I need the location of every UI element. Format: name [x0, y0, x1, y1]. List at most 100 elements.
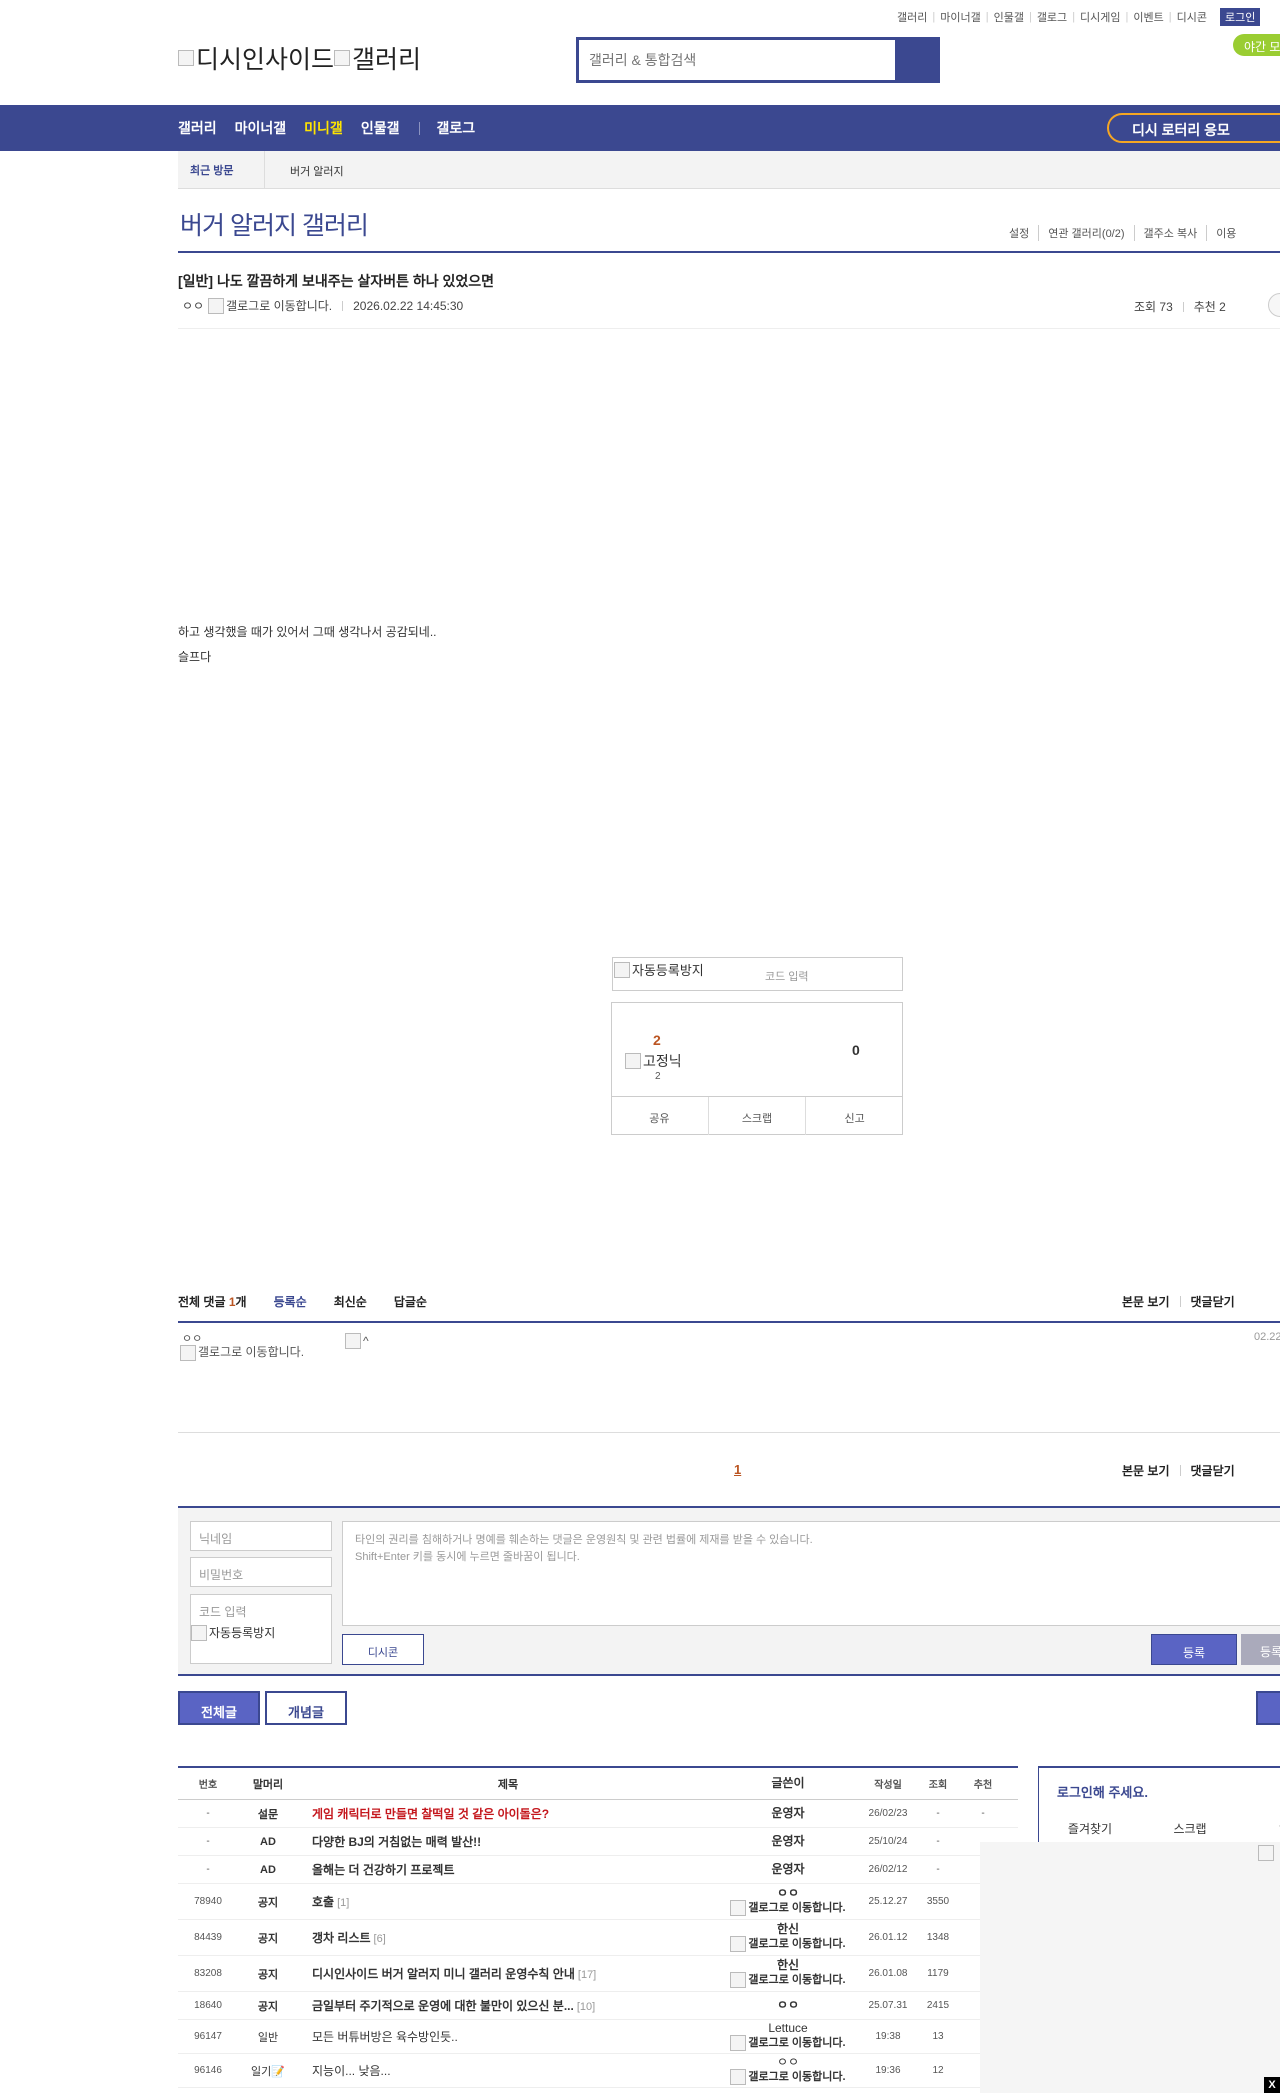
row-writer-name[interactable]: 한신 — [718, 1959, 858, 1972]
top-link-gallery[interactable]: 갤러리 — [892, 9, 932, 25]
row-title[interactable]: 디시인사이드 버거 알러지 미니 갤러리 운영수칙 안내 [17] — [298, 1965, 718, 1982]
tab-favorites[interactable]: 즐겨찾기 — [1040, 1820, 1140, 1837]
row-writer[interactable]: 운영자 — [718, 1807, 858, 1820]
row-writer-name[interactable]: 한신 — [718, 1923, 858, 1936]
gallery-title[interactable]: 버거 알러지 갤러리 — [180, 206, 369, 242]
tab-concept-posts[interactable]: 개념글 — [265, 1691, 347, 1725]
row-writer-name[interactable]: ㅇㅇ — [718, 1999, 858, 2012]
row-comment-count[interactable]: [10] — [577, 2001, 595, 2013]
row-title-text[interactable]: 갱차 리스트 — [312, 1931, 371, 1945]
tab-all-posts[interactable]: 전체글 — [178, 1691, 260, 1725]
row-comment-count[interactable]: [1] — [337, 1897, 349, 1909]
report-button[interactable]: 신고 — [805, 1097, 903, 1135]
post-list-row[interactable]: - AD 올해는 더 건강하기 프로젝트 운영자 26/02/12 - — [178, 1856, 1018, 1884]
submit-reco-button[interactable]: 등록 — [1241, 1634, 1280, 1665]
sort-registered[interactable]: 등록순 — [274, 1293, 307, 1310]
sort-replies[interactable]: 답글순 — [394, 1293, 427, 1310]
gallery-menu-related[interactable]: 연관 갤러리(0/2) — [1038, 225, 1133, 241]
row-title-text[interactable]: 호출 — [312, 1895, 334, 1909]
row-writer-name[interactable]: Lettuce — [718, 2022, 858, 2035]
post-list-row[interactable]: 83208 공지 디시인사이드 버거 알러지 미니 갤러리 운영수칙 안내 [17] 한… — [178, 1956, 1018, 1992]
recent-visit-item[interactable]: 버거 알러지 — [290, 163, 344, 179]
nav-item-person[interactable]: 인물갤 — [361, 118, 400, 138]
nav-item-mini[interactable]: 미니갤 — [304, 118, 343, 138]
row-title[interactable]: 금일부터 주기적으로 운영에 대한 불만이 있으신 분... [10] — [298, 1997, 718, 2014]
row-title-text[interactable]: 금일부터 주기적으로 운영에 대한 불만이 있으신 분... — [312, 1999, 574, 2013]
row-writer-name[interactable]: ㅇㅇ — [718, 2056, 858, 2069]
row-writer-galog[interactable]: 갤로그로 이동합니다. — [718, 1900, 858, 1916]
tab-notifications[interactable]: 알림 — [1240, 1820, 1280, 1837]
row-writer-galog[interactable]: 갤로그로 이동합니다. — [718, 1936, 858, 1952]
row-title-text[interactable]: 지능이... 낮음... — [312, 2064, 391, 2078]
search-input[interactable] — [579, 40, 895, 80]
post-list-row[interactable]: 96146 일기📝 지능이... 낮음... ㅇㅇ 갤로그로 이동합니다. 19:36 12 — [178, 2054, 1018, 2088]
post-list-row[interactable]: 78940 공지 호출 [1] ㅇㅇ 갤로그로 이동합니다. 25.12.27 3550 — [178, 1884, 1018, 1920]
row-title[interactable]: 갱차 리스트 [6] — [298, 1929, 718, 1946]
share-button[interactable]: 공유 — [611, 1097, 708, 1135]
top-link-game[interactable]: 디시게임 — [1075, 9, 1125, 25]
login-button[interactable]: 로그인 — [1220, 8, 1261, 26]
row-writer[interactable]: 운영자 — [718, 1863, 858, 1876]
nav-item-gallery[interactable]: 갤러리 — [178, 118, 217, 138]
row-writer-name[interactable]: 운영자 — [718, 1863, 858, 1876]
scrap-button[interactable]: 스크랩 — [707, 1097, 806, 1135]
login-prompt[interactable]: 로그인해 주세요. — [1057, 1782, 1148, 1801]
row-writer-galog[interactable]: 갤로그로 이동합니다. — [718, 1972, 858, 1988]
row-comment-count[interactable]: [17] — [578, 1969, 596, 1981]
top-link-dccon[interactable]: 디시콘 — [1172, 9, 1212, 25]
row-writer-galog[interactable]: 갤로그로 이동합니다. — [718, 2069, 858, 2085]
post-list-row[interactable]: - 설문 게임 캐릭터로 만들면 찰떡일 것 같은 아이돌은? 운영자 26/02/23… — [178, 1800, 1018, 1828]
submit-button[interactable]: 등록 — [1151, 1634, 1237, 1665]
comment-galog[interactable]: 갤로그로 이동합니다. — [180, 1345, 310, 1361]
row-writer[interactable]: ㅇㅇ — [718, 1999, 858, 2012]
galog-icon[interactable] — [208, 297, 225, 314]
comment-textarea[interactable]: 타인의 권리를 침해하거나 명예를 훼손하는 댓글은 운영원칙 및 관련 법률에… — [342, 1521, 1280, 1626]
close-comments-button[interactable]: 댓글닫기 — [1191, 1293, 1235, 1310]
row-writer[interactable]: 운영자 — [718, 1835, 858, 1848]
row-writer[interactable]: 한신 갤로그로 이동합니다. — [718, 1959, 858, 1988]
row-title[interactable]: 호출 [1] — [298, 1893, 718, 1910]
row-title[interactable]: 다양한 BJ의 거침없는 매력 발산!! — [298, 1833, 718, 1850]
lottery-button[interactable]: 디시 로터리 응모 — [1107, 113, 1280, 143]
captcha-code-input[interactable]: 코드 입력 — [765, 968, 809, 984]
top-link-event[interactable]: 이벤트 — [1128, 9, 1168, 25]
post-galog-alt[interactable]: 갤로그로 이동합니다. — [226, 297, 332, 314]
row-writer-name[interactable]: 운영자 — [718, 1807, 858, 1820]
row-title[interactable]: 지능이... 낮음... — [298, 2062, 718, 2079]
night-mode-toggle[interactable]: 야간 모 — [1233, 34, 1280, 56]
dccon-button[interactable]: 디시콘 — [342, 1634, 424, 1665]
row-writer-galog[interactable]: 갤로그로 이동합니다. — [718, 2035, 858, 2051]
view-body-button[interactable]: 본문 보기 — [1122, 1293, 1170, 1310]
gallery-menu-settings[interactable]: 설정 — [1000, 225, 1038, 241]
fixed-nick-recommend-button[interactable]: 고정닉 — [625, 1051, 682, 1071]
row-comment-count[interactable]: [6] — [374, 1933, 386, 1945]
nav-item-galog[interactable]: 갤로그 — [436, 118, 475, 138]
tab-scrap[interactable]: 스크랩 — [1140, 1820, 1240, 1837]
top-link-galog[interactable]: 갤로그 — [1032, 9, 1072, 25]
close-comments-button[interactable]: 댓글닫기 — [1191, 1462, 1235, 1479]
post-list-row[interactable]: - AD 다양한 BJ의 거침없는 매력 발산!! 운영자 25/10/24 - — [178, 1828, 1018, 1856]
post-list-row[interactable]: 18640 공지 금일부터 주기적으로 운영에 대한 불만이 있으신 분... [10… — [178, 1992, 1018, 2020]
comment-page-number[interactable]: 1 — [734, 1462, 741, 1477]
row-writer[interactable]: ㅇㅇ 갤로그로 이동합니다. — [718, 2056, 858, 2085]
nav-item-minor[interactable]: 마이너갤 — [235, 118, 287, 138]
post-list-row[interactable]: 84439 공지 갱차 리스트 [6] 한신 갤로그로 이동합니다. 26.01.12 134… — [178, 1920, 1018, 1956]
top-link-person[interactable]: 인물갤 — [989, 9, 1029, 25]
row-title-text[interactable]: 게임 캐릭터로 만들면 찰떡일 것 같은 아이돌은? — [312, 1807, 549, 1821]
row-title[interactable]: 올해는 더 건강하기 프로젝트 — [298, 1861, 718, 1878]
more-options-icon[interactable] — [1268, 293, 1280, 317]
row-writer-name[interactable]: ㅇㅇ — [718, 1887, 858, 1900]
row-title-text[interactable]: 디시인사이드 버거 알러지 미니 갤러리 운영수칙 안내 — [312, 1967, 575, 1981]
site-logo[interactable]: 디시인사이드 갤러리 — [178, 40, 421, 76]
search-button[interactable] — [895, 40, 937, 80]
password-input[interactable]: 비밀번호 — [190, 1557, 332, 1587]
write-button[interactable] — [1256, 1691, 1280, 1725]
row-writer-name[interactable]: 운영자 — [718, 1835, 858, 1848]
row-title[interactable]: 게임 캐릭터로 만들면 찰떡일 것 같은 아이돌은? — [298, 1805, 718, 1822]
post-list-row[interactable]: 96147 일반 모든 버튜버방은 육수방인듯.. Lettuce 갤로그로 이동합니다… — [178, 2020, 1018, 2054]
row-title[interactable]: 모든 버튜버방은 육수방인듯.. — [298, 2028, 718, 2045]
row-title-text[interactable]: 모든 버튜버방은 육수방인듯.. — [312, 2030, 458, 2044]
row-writer[interactable]: 한신 갤로그로 이동합니다. — [718, 1923, 858, 1952]
close-ad-button[interactable]: X — [1264, 2077, 1280, 2093]
post-author-nick[interactable]: ㅇㅇ — [182, 297, 204, 314]
